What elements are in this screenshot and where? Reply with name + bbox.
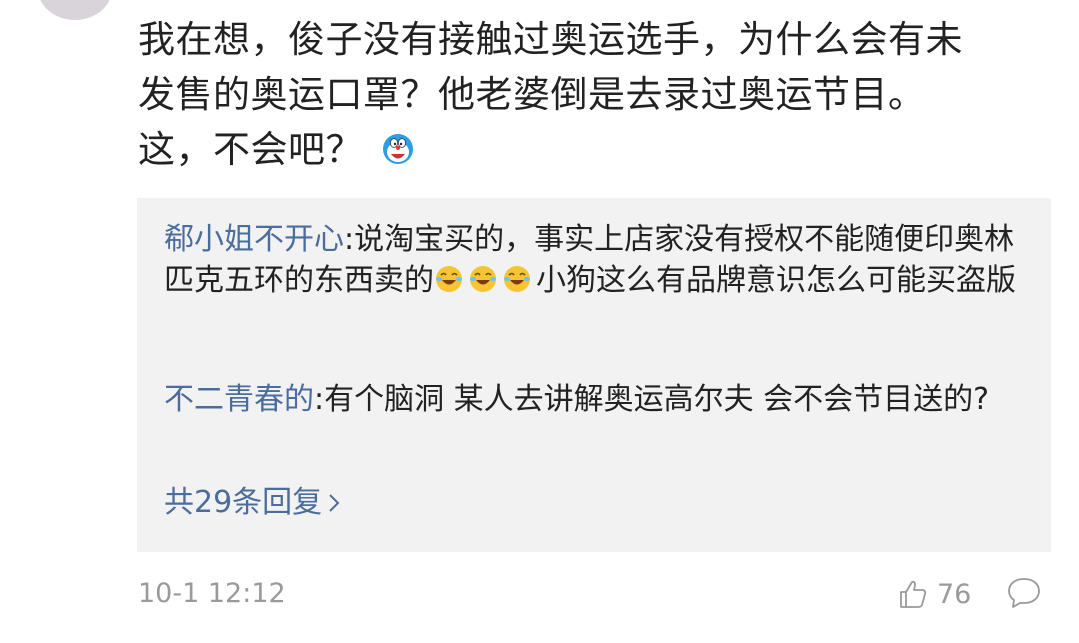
reply-item: 郗小姐不开心:说淘宝买的，事实上店家没有授权不能随便印奥林匹克五环的东西卖的 小… — [164, 219, 1024, 301]
replies-panel: 郗小姐不开心:说淘宝买的，事实上店家没有授权不能随便印奥林匹克五环的东西卖的 小… — [137, 198, 1051, 552]
comment-bubble-icon[interactable] — [1006, 576, 1042, 610]
doraemon-emoji-icon — [383, 134, 413, 164]
comment-line: 我在想，俊子没有接触过奥运选手，为什么会有未 — [138, 18, 963, 61]
reply-separator: : — [314, 382, 325, 417]
comment-line-text: 这，不会吧？ — [138, 128, 363, 171]
laughing-tears-emoji-icon — [504, 266, 530, 292]
like-button[interactable]: 76 — [897, 574, 971, 614]
avatar[interactable] — [38, 0, 112, 20]
like-count: 76 — [937, 578, 972, 610]
comment-timestamp: 10-1 12:12 — [138, 578, 286, 609]
reply-author-link[interactable]: 郗小姐不开心 — [164, 222, 344, 257]
comment-line: 发售的奥运口罩？他老婆倒是去录过奥运节目。 — [138, 73, 926, 116]
more-replies-label: 共29条回复 — [164, 485, 323, 520]
reply-text: 小狗这么有品牌意识怎么可能买盗版 — [536, 263, 1016, 298]
more-replies-link[interactable]: 共29条回复 — [164, 482, 340, 523]
reply-text: 有个脑洞 某人去讲解奥运高尔夫 会不会节目送的? — [324, 382, 990, 417]
reply-separator: : — [344, 222, 355, 257]
laughing-tears-emoji-icon — [436, 266, 462, 292]
comment-body: 我在想，俊子没有接触过奥运选手，为什么会有未 发售的奥运口罩？他老婆倒是去录过奥… — [138, 12, 1038, 177]
reply-item: 不二青春的:有个脑洞 某人去讲解奥运高尔夫 会不会节目送的? — [164, 379, 1024, 420]
chevron-right-icon — [329, 494, 340, 512]
comment-line: 这，不会吧？ — [138, 122, 1038, 177]
laughing-tears-emoji-icon — [470, 266, 496, 292]
reply-author-link[interactable]: 不二青春的 — [164, 382, 314, 417]
thumbs-up-icon — [900, 580, 927, 608]
